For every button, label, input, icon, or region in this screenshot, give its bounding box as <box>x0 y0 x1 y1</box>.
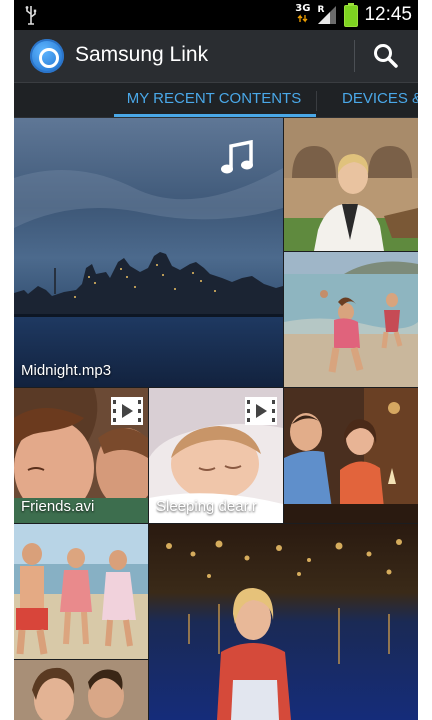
data-arrows-icon <box>297 14 308 23</box>
tile-label-midnight: Midnight.mp3 <box>21 362 112 379</box>
media-tile-midnight[interactable]: Midnight.mp3 <box>14 118 283 387</box>
media-tile-friends[interactable]: Friends.avi <box>14 388 148 523</box>
tab-devices[interactable]: DEVICES & <box>342 83 418 118</box>
search-icon[interactable] <box>370 40 402 72</box>
night-woman-thumbnail <box>149 524 418 720</box>
video-icon <box>245 397 277 425</box>
beach-kids-thumbnail <box>284 252 418 387</box>
media-tile-photo-woman[interactable] <box>284 118 418 251</box>
media-tile-photo-couple-2[interactable] <box>14 660 148 720</box>
couple-photo-thumbnail <box>284 388 418 523</box>
action-bar: Samsung Link <box>14 30 418 83</box>
media-tile-photo-family[interactable] <box>14 524 148 659</box>
tab-bar: MY RECENT CONTENTS DEVICES & <box>14 83 418 118</box>
usb-icon <box>25 6 37 25</box>
media-tile-sleeping-dear[interactable]: Sleeping dear.r <box>149 388 283 523</box>
signal-group: R <box>316 4 338 26</box>
roaming-badge: R <box>317 5 325 15</box>
network-type: 3G <box>295 3 311 14</box>
tile-label-sleeping-dear: Sleeping dear.r <box>156 498 257 515</box>
woman-photo-thumbnail <box>284 118 418 251</box>
media-tile-photo-beach-kids[interactable] <box>284 252 418 387</box>
network-indicator: 3G <box>295 4 310 26</box>
family-photo-thumbnail <box>14 524 148 659</box>
status-bar: 3G R 12:45 <box>14 0 418 30</box>
media-tile-photo-night-woman[interactable] <box>149 524 418 720</box>
media-tile-photo-couple[interactable] <box>284 388 418 523</box>
video-icon <box>111 397 143 425</box>
tab-my-recent-contents[interactable]: MY RECENT CONTENTS <box>114 83 314 118</box>
samsung-link-logo-icon[interactable] <box>30 39 64 73</box>
tab-divider <box>316 91 317 111</box>
music-note-icon <box>221 140 253 174</box>
action-bar-divider <box>354 40 355 72</box>
clock: 12:45 <box>364 4 412 25</box>
couple-2-photo-thumbnail <box>14 660 148 720</box>
phone-screen: 3G R 12:45 Samsung Link MY RECENT CONTEN… <box>14 0 418 720</box>
app-title: Samsung Link <box>75 43 209 66</box>
battery-icon <box>344 3 359 27</box>
tile-label-friends: Friends.avi <box>21 498 95 515</box>
